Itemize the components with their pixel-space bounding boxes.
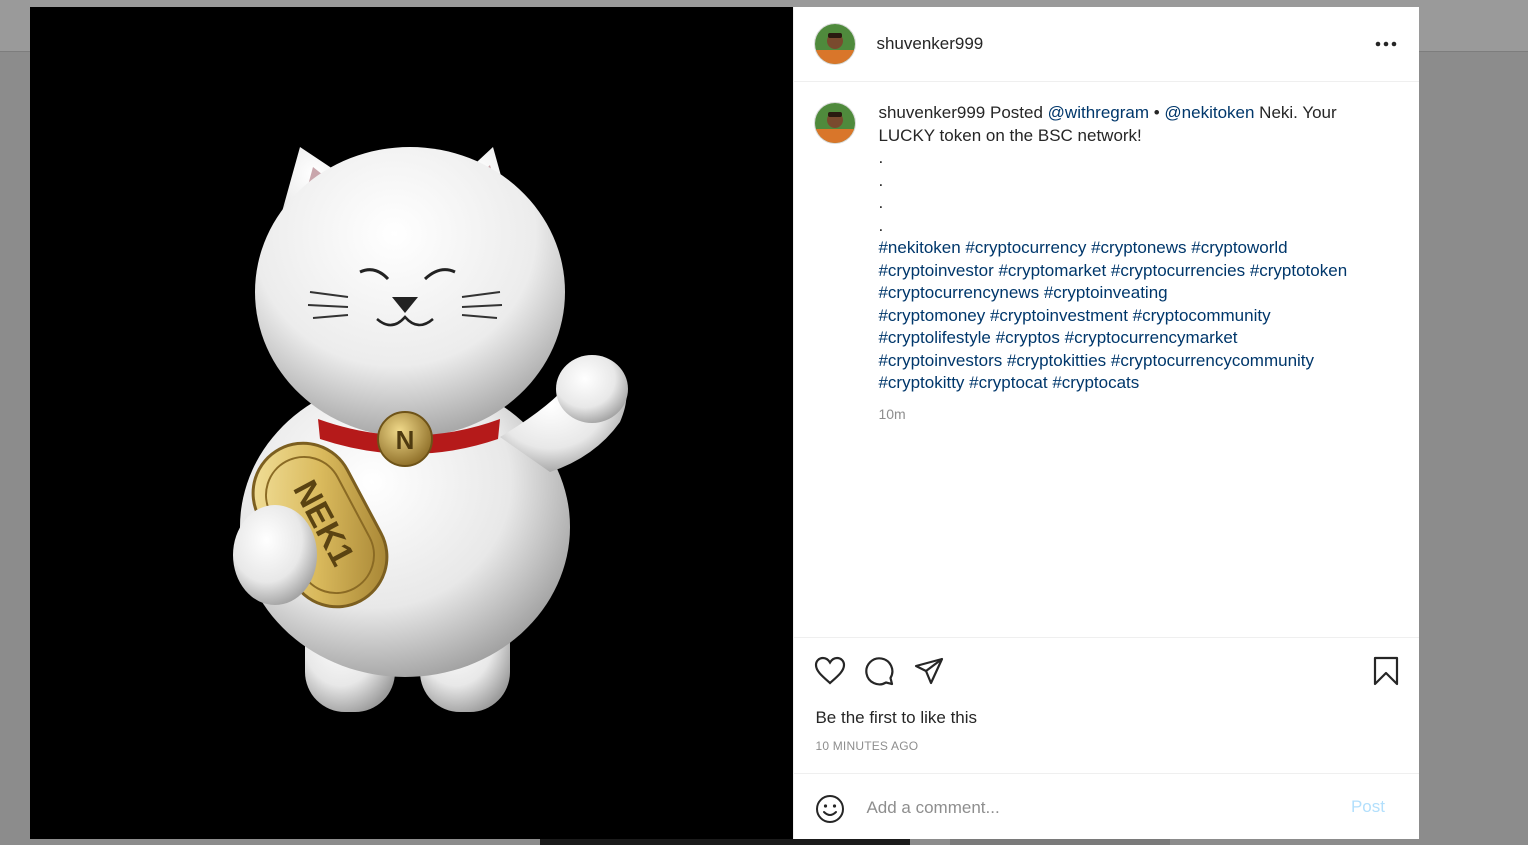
bookmark-icon[interactable] (1373, 656, 1399, 691)
post-comment-button[interactable]: Post (1351, 797, 1385, 817)
hashtag[interactable]: #cryptoworld (1191, 238, 1287, 257)
hashtag[interactable]: #cryptocommunity (1133, 306, 1271, 325)
hashtag[interactable]: #cryptotoken (1250, 261, 1347, 280)
heart-icon[interactable] (814, 656, 846, 691)
likes-summary: Be the first to like this (815, 708, 977, 728)
hashtag[interactable]: #cryptolifestyle (878, 328, 990, 347)
post-modal: N NEK1 shuvenker999 shuvenker999 Posted … (30, 7, 1419, 839)
dimmed-background-image (540, 839, 910, 845)
hashtag[interactable]: #cryptocurrencymarket (1065, 328, 1238, 347)
post-timestamp[interactable]: 10 MINUTES AGO (815, 739, 918, 753)
post-image: N NEK1 (30, 7, 794, 839)
hashtag[interactable]: #cryptokitty (878, 373, 964, 392)
author-username[interactable]: shuvenker999 (876, 34, 983, 54)
hashtag[interactable]: #cryptocurrency (965, 238, 1086, 257)
post-details-panel: shuvenker999 shuvenker999 Posted @withre… (793, 7, 1419, 839)
caption-dot: . (878, 215, 884, 235)
caption-dot: . (878, 148, 884, 167)
hashtag[interactable]: #cryptoinvestor (878, 261, 993, 280)
hashtag[interactable]: #cryptoinvestment (990, 306, 1128, 325)
caption-username[interactable]: shuvenker999 (878, 103, 985, 122)
hashtag[interactable]: #cryptocurrencies (1111, 261, 1245, 280)
caption-age[interactable]: 10m (878, 403, 1378, 426)
caption-author-avatar[interactable] (814, 102, 857, 144)
comment-bubble-icon[interactable] (864, 656, 894, 691)
medallion-letter: N (396, 425, 415, 455)
post-header: shuvenker999 (794, 7, 1419, 82)
paper-plane-icon[interactable] (914, 656, 944, 691)
hashtag[interactable]: #cryptoinvestors (878, 351, 1002, 370)
caption-bullet: • (1149, 103, 1165, 122)
hashtag[interactable]: #cryptos (996, 328, 1060, 347)
mention-withregram[interactable]: @withregram (1048, 103, 1149, 122)
hashtag[interactable]: #nekitoken (878, 238, 960, 257)
hashtag[interactable]: #cryptocat (969, 373, 1047, 392)
hashtag[interactable]: #cryptomoney (878, 306, 985, 325)
caption: shuvenker999 Posted @withregram • @nekit… (814, 102, 1399, 425)
like-this-link[interactable]: like this (920, 708, 977, 727)
comments-section: shuvenker999 Posted @withregram • @nekit… (794, 82, 1419, 637)
hashtag[interactable]: #cryptocurrencynews (878, 283, 1039, 302)
likes-prefix: Be the first to (815, 708, 921, 727)
caption-dot: . (878, 170, 884, 190)
caption-dots: . . . . (878, 147, 1378, 237)
comment-form: Post (794, 773, 1419, 839)
hashtag[interactable]: #cryptonews (1091, 238, 1186, 257)
hashtag-list: #nekitoken #cryptocurrency #cryptonews #… (878, 237, 1378, 395)
hashtag[interactable]: #cryptocats (1052, 373, 1139, 392)
hashtag[interactable]: #cryptocurrencycommunity (1111, 351, 1314, 370)
lucky-cat-illustration: N NEK1 (233, 147, 628, 712)
mention-nekitoken[interactable]: @nekitoken (1164, 103, 1254, 122)
caption-posted-word: Posted (990, 103, 1043, 122)
hashtag[interactable]: #cryptoinveating (1044, 283, 1168, 302)
comment-input[interactable] (864, 792, 1339, 824)
hashtag[interactable]: #cryptomarket (998, 261, 1106, 280)
caption-text: shuvenker999 Posted @withregram • @nekit… (878, 102, 1378, 425)
post-actions: Be the first to like this 10 MINUTES AGO (794, 637, 1419, 773)
emoji-icon[interactable] (815, 794, 845, 829)
more-options-icon[interactable] (1375, 33, 1397, 55)
author-avatar[interactable] (814, 23, 857, 65)
caption-dot: . (878, 193, 884, 212)
hashtag[interactable]: #cryptokitties (1007, 351, 1106, 370)
